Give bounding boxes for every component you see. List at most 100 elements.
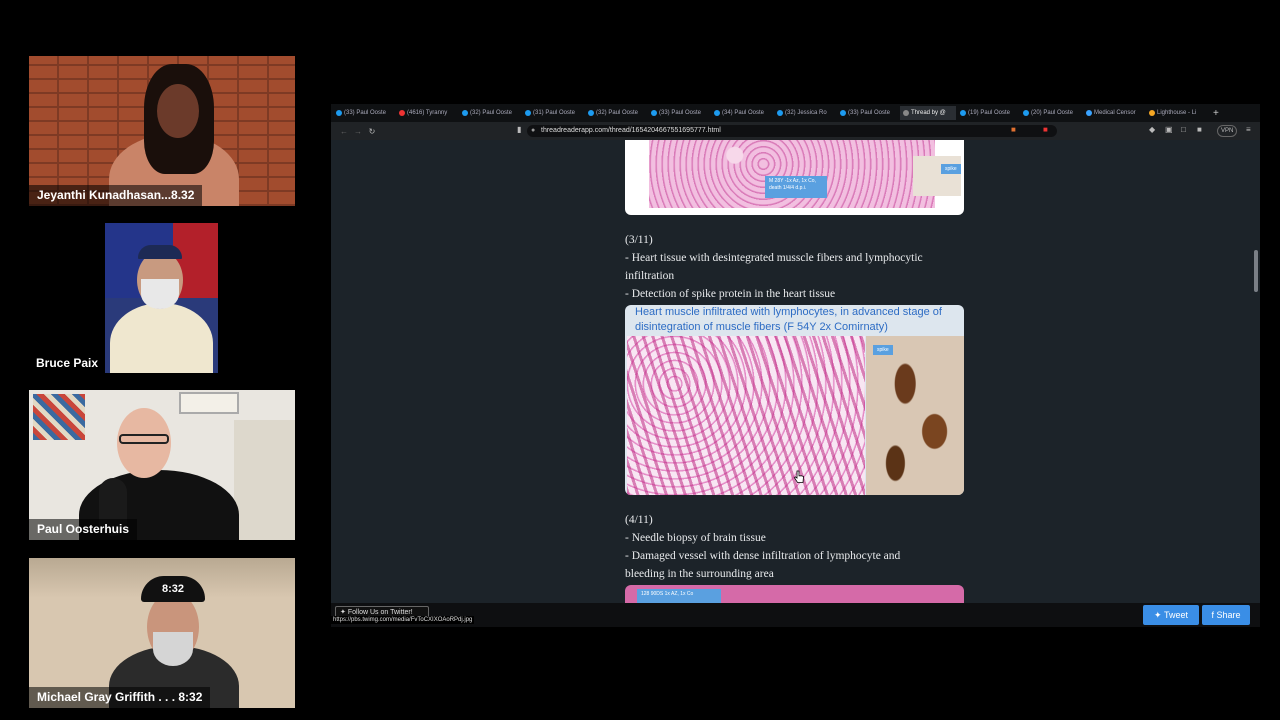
tab-label: (32) Paul Ooste	[470, 110, 513, 116]
post-index: (3/11)	[625, 234, 653, 246]
participant-name: Jeyanthi Kunadhasan...8.32	[29, 185, 203, 206]
spike-inset	[913, 156, 961, 196]
tab-favicon-icon	[777, 110, 783, 116]
browser-tab[interactable]: (34) Paul Ooste	[711, 106, 773, 120]
tab-favicon-icon	[462, 110, 468, 116]
extension-icon-2[interactable]: ■	[1043, 125, 1048, 134]
tab-label: (32) Paul Ooste	[596, 110, 639, 116]
tab-label: (4616) Tyranny	[407, 110, 448, 116]
wall-art	[33, 394, 85, 440]
participant-body	[110, 303, 213, 373]
back-button[interactable]: ←	[337, 127, 351, 136]
participant-tile-3: Paul Oosterhuis	[29, 390, 295, 540]
participant-cap	[138, 245, 182, 259]
spike-label: spike	[941, 164, 961, 174]
tab-label: (32) Jessica Ro	[785, 110, 827, 116]
tab-label: (20) Paul Ooste	[1031, 110, 1074, 116]
browser-tab[interactable]: Medical Censor	[1083, 106, 1145, 120]
tab-label: (33) Paul Ooste	[659, 110, 702, 116]
door	[234, 420, 295, 540]
participant-name: Michael Gray Griffith . . . 8:32	[29, 687, 211, 708]
screen: Jeyanthi Kunadhasan...8.32 Bruce Paix Pa…	[0, 0, 1280, 720]
tab-label: (31) Paul Ooste	[533, 110, 576, 116]
tab-favicon-icon	[960, 110, 966, 116]
participant-face	[157, 84, 199, 138]
browser-tab[interactable]: (33) Paul Ooste	[837, 106, 899, 120]
sidebar-icon[interactable]: ▣	[1165, 125, 1173, 134]
hand-cursor-icon	[793, 470, 804, 483]
new-tab-button[interactable]: +	[1213, 108, 1219, 119]
tab-favicon-icon	[651, 110, 657, 116]
browser-tab[interactable]: Thread by @	[900, 106, 956, 120]
menu-icon[interactable]: ≡	[1246, 125, 1251, 134]
tweet-label: Tweet	[1163, 610, 1188, 620]
puzzle-icon[interactable]: ◆	[1149, 125, 1155, 134]
browser-tab[interactable]: (4616) Tyranny	[396, 106, 458, 120]
post-line: - Damaged vessel with dense infiltration…	[625, 550, 901, 580]
vpn-button[interactable]: VPN	[1217, 125, 1238, 137]
figure-image-2: Heart muscle infiltrated with lymphocyte…	[625, 305, 964, 495]
tab-favicon-icon	[525, 110, 531, 116]
tab-label: (34) Paul Ooste	[722, 110, 765, 116]
browser-tab[interactable]: Lighthouse - Li	[1146, 106, 1208, 120]
tab-label: Lighthouse - Li	[1157, 110, 1197, 116]
browser-tab[interactable]: (19) Paul Ooste	[957, 106, 1019, 120]
participant-beard	[141, 279, 179, 309]
browser-tab[interactable]: (33) Paul Ooste	[333, 106, 395, 120]
participant-name: Bruce Paix	[29, 355, 106, 371]
participant-name: Paul Oosterhuis	[29, 519, 138, 540]
tab-favicon-icon	[399, 110, 405, 116]
tab-label: (33) Paul Ooste	[848, 110, 891, 116]
tab-label: Medical Censor	[1094, 110, 1136, 116]
tab-favicon-icon	[840, 110, 846, 116]
participant-beard	[153, 632, 193, 666]
post-line: - Needle biopsy of brain tissue	[625, 532, 766, 544]
browser-window: (33) Paul Ooste (4616) Tyranny (32) Paul O…	[331, 104, 1260, 627]
profile-icon[interactable]: ■	[1197, 125, 1202, 134]
navigation-bar: ← → ↻ ▮ ● threadreaderapp.com/thread/165…	[331, 122, 1260, 140]
tab-label: (33) Paul Ooste	[344, 110, 387, 116]
figure-caption: Heart muscle infiltrated with lymphocyte…	[635, 306, 942, 333]
browser-tab[interactable]: (20) Paul Ooste	[1020, 106, 1082, 120]
spike-label: spike	[873, 345, 893, 355]
tab-favicon-icon	[1023, 110, 1029, 116]
status-url: https://pbs.twimg.com/media/FvToCXIXOAoR…	[331, 616, 475, 624]
bookmark-icon[interactable]: ▮	[517, 125, 521, 134]
extension-icon[interactable]: ■	[1011, 125, 1016, 134]
url-text: threadreaderapp.com/thread/1654204667551…	[541, 127, 721, 134]
share-button[interactable]: f Share	[1202, 605, 1250, 625]
browser-tab[interactable]: (31) Paul Ooste	[522, 106, 584, 120]
participant-tile-2	[105, 223, 218, 373]
tab-label: (19) Paul Ooste	[968, 110, 1011, 116]
participant-cap: 8:32	[141, 576, 205, 602]
tab-favicon-icon	[1086, 110, 1092, 116]
scrollbar[interactable]	[1254, 250, 1258, 292]
figure-caption-box: 128 90DS 1x AZ, 1x Co	[637, 589, 721, 603]
address-bar[interactable]: ● threadreaderapp.com/thread/16542046675…	[527, 125, 1057, 137]
tab-favicon-icon	[588, 110, 594, 116]
footer-bar: ✦ Follow Us on Twitter! https://pbs.twim…	[331, 603, 1260, 627]
participant-tile-4: 8:32 Michael Gray Griffith . . . 8:32	[29, 558, 295, 708]
browser-tab[interactable]: (32) Jessica Ro	[774, 106, 836, 120]
micrograph	[627, 336, 865, 495]
tab-favicon-icon	[903, 110, 909, 116]
lock-icon: ●	[531, 127, 536, 134]
tab-label: Thread by @	[911, 110, 946, 116]
wallet-icon[interactable]: □	[1181, 125, 1186, 134]
browser-tab[interactable]: (33) Paul Ooste	[648, 106, 710, 120]
browser-tab[interactable]: (32) Paul Ooste	[459, 106, 521, 120]
tab-favicon-icon	[714, 110, 720, 116]
glasses	[119, 434, 169, 444]
tweet-button[interactable]: ✦ Tweet	[1143, 605, 1199, 625]
wall-frame	[179, 392, 239, 414]
micrograph-inset	[866, 336, 964, 495]
figure-image-3: 128 90DS 1x AZ, 1x Co	[625, 585, 964, 603]
browser-tab[interactable]: (32) Paul Ooste	[585, 106, 647, 120]
participant-tile-1: Jeyanthi Kunadhasan...8.32	[29, 56, 295, 206]
post-index: (4/11)	[625, 514, 653, 526]
page-viewport: M 28Y -1x Az, 1x Co, death 1/4/4 d.p.i. …	[331, 140, 1260, 603]
reload-icon[interactable]: ↻	[365, 127, 379, 136]
share-label: Share	[1216, 610, 1241, 620]
follow-label: Follow Us on Twitter!	[347, 609, 413, 616]
forward-button[interactable]: →	[351, 127, 365, 136]
